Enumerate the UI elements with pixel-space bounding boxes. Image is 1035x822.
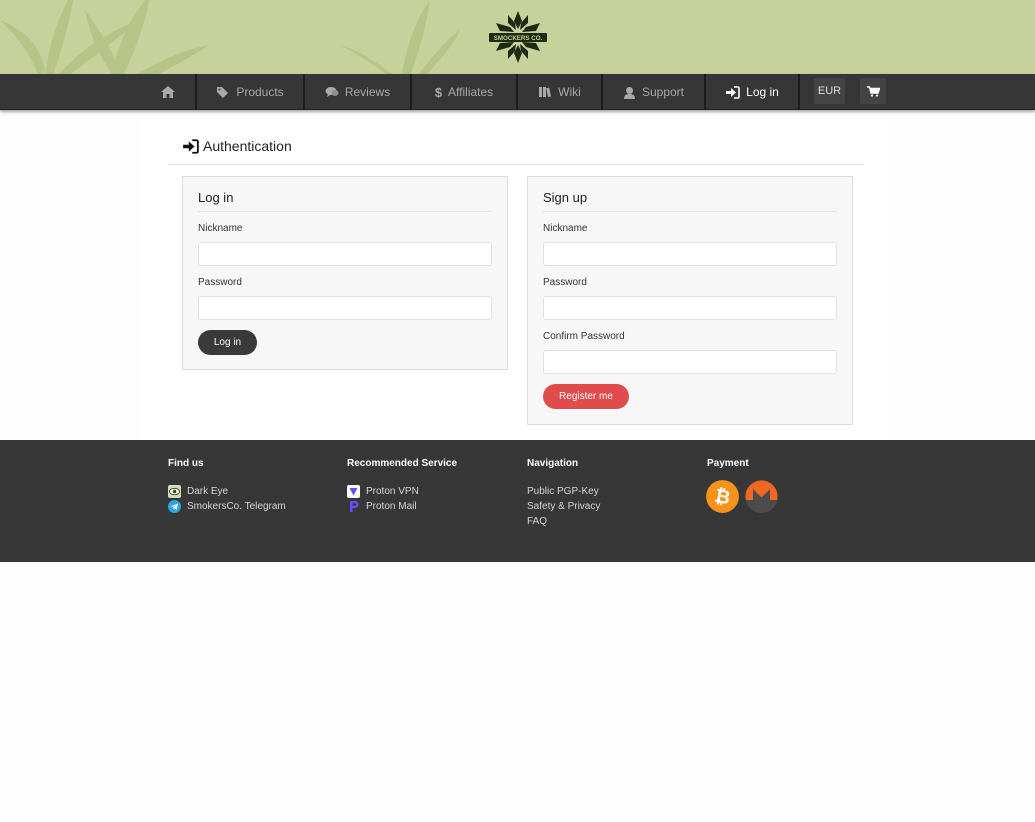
footer-link-label: SmokersCo. Telegram bbox=[187, 501, 286, 512]
signup-nickname-label: Nickname bbox=[543, 223, 588, 234]
login-button[interactable]: Log in bbox=[198, 330, 257, 355]
authentication-heading: Authentication bbox=[182, 138, 292, 154]
footer-recommended: Recommended Service Proton VPN Proton Ma… bbox=[347, 458, 457, 514]
nav-products-label: Products bbox=[236, 85, 284, 99]
nav-reviews[interactable]: Reviews bbox=[305, 74, 410, 110]
footer-link-label: Dark Eye bbox=[187, 486, 229, 497]
divider bbox=[168, 164, 864, 165]
nav-support-label: Support bbox=[641, 85, 685, 99]
signup-nickname-input[interactable] bbox=[543, 242, 837, 266]
footer-link-safety-privacy[interactable]: Safety & Privacy bbox=[527, 499, 600, 514]
home-icon bbox=[160, 86, 175, 98]
nav-affiliates-label: Affiliates bbox=[448, 85, 494, 99]
main-content: Authentication Log in Nickname Password … bbox=[140, 120, 895, 440]
footer-navigation-title: Navigation bbox=[527, 458, 579, 469]
footer-navigation: Navigation Public PGP-Key Safety & Priva… bbox=[527, 458, 600, 529]
footer-link-telegram[interactable]: SmokersCo. Telegram bbox=[168, 499, 286, 514]
cart-button[interactable] bbox=[860, 78, 886, 104]
signup-password-input[interactable] bbox=[543, 296, 837, 320]
signup-confirm-label: Confirm Password bbox=[543, 331, 625, 342]
cannabis-leaf-decoration bbox=[0, 0, 460, 74]
brand-logo[interactable]: SMOCKERS CO. bbox=[486, 9, 550, 65]
sign-in-icon bbox=[183, 138, 199, 154]
nav-affiliates[interactable]: $ Affiliates bbox=[412, 74, 516, 110]
currency-selector[interactable]: EUR bbox=[814, 78, 845, 104]
footer-link-proton-mail[interactable]: Proton Mail bbox=[347, 499, 457, 514]
divider bbox=[543, 211, 837, 212]
login-password-label: Password bbox=[198, 277, 242, 288]
footer-link-faq[interactable]: FAQ bbox=[527, 514, 600, 529]
nav-reviews-label: Reviews bbox=[344, 85, 391, 99]
monero-icon bbox=[745, 480, 778, 513]
footer-link-label: Proton VPN bbox=[366, 486, 419, 497]
brand-logo-text: SMOCKERS CO. bbox=[494, 35, 543, 42]
dollar-icon: $ bbox=[434, 84, 443, 100]
comments-icon bbox=[325, 87, 339, 97]
footer-link-pgp-key[interactable]: Public PGP-Key bbox=[527, 484, 600, 499]
nav-login[interactable]: Log in bbox=[706, 74, 798, 110]
footer-link-dark-eye[interactable]: Dark Eye bbox=[168, 484, 286, 499]
login-card: Log in Nickname Password Log in bbox=[182, 176, 508, 370]
nav-home[interactable] bbox=[140, 74, 195, 110]
tags-icon bbox=[217, 87, 229, 98]
authentication-title: Authentication bbox=[203, 138, 292, 154]
register-button[interactable]: Register me bbox=[543, 384, 629, 409]
signup-password-label: Password bbox=[543, 277, 587, 288]
support-user-icon bbox=[623, 86, 635, 99]
signup-card: Sign up Nickname Password Confirm Passwo… bbox=[527, 176, 853, 425]
login-nickname-label: Nickname bbox=[198, 223, 243, 234]
footer-find-us-title: Find us bbox=[168, 458, 204, 469]
footer-payment-title: Payment bbox=[707, 458, 749, 469]
eye-icon bbox=[168, 485, 181, 498]
main-navbar: Products Reviews $ Affiliates Wiki Suppo… bbox=[0, 74, 1035, 110]
signup-confirm-input[interactable] bbox=[543, 350, 837, 374]
footer-link-proton-vpn[interactable]: Proton VPN bbox=[347, 484, 457, 499]
login-title: Log in bbox=[198, 190, 234, 205]
login-nickname-input[interactable] bbox=[198, 242, 492, 266]
footer-find-us: Find us Dark Eye SmokersCo. Telegram bbox=[168, 458, 286, 514]
footer-recommended-title: Recommended Service bbox=[347, 458, 458, 469]
divider bbox=[198, 211, 492, 212]
nav-products[interactable]: Products bbox=[197, 74, 303, 110]
header-banner: SMOCKERS CO. bbox=[0, 0, 1035, 74]
site-footer: Find us Dark Eye SmokersCo. Telegram Rec… bbox=[0, 440, 1035, 562]
nav-login-label: Log in bbox=[746, 85, 779, 99]
sign-in-icon bbox=[726, 85, 740, 99]
nav-wiki-label: Wiki bbox=[558, 85, 581, 99]
books-icon bbox=[539, 87, 552, 98]
nav-wiki[interactable]: Wiki bbox=[518, 74, 601, 110]
telegram-icon bbox=[168, 500, 181, 513]
nav-support[interactable]: Support bbox=[603, 74, 704, 110]
login-password-input[interactable] bbox=[198, 296, 492, 320]
signup-title: Sign up bbox=[543, 190, 588, 205]
bitcoin-icon: ₿ bbox=[706, 480, 739, 513]
proton-vpn-icon bbox=[347, 485, 360, 498]
footer-link-label: Proton Mail bbox=[366, 501, 417, 512]
cart-icon bbox=[866, 85, 880, 97]
proton-mail-icon bbox=[350, 501, 359, 512]
